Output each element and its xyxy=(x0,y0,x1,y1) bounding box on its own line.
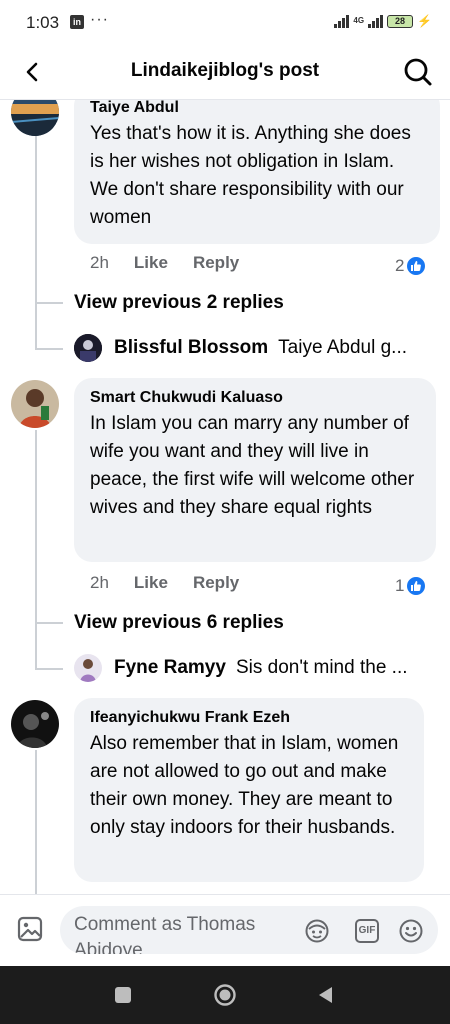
emoji-icon xyxy=(399,919,423,943)
network-type: 4G xyxy=(353,16,365,25)
comment-author[interactable]: Taiye Abdul xyxy=(90,100,424,118)
home-icon xyxy=(214,984,236,1006)
gif-icon: GIF xyxy=(355,919,379,943)
photo-icon xyxy=(17,916,43,942)
comment-placeholder: Comment as Thomas Abidoye xyxy=(74,914,256,954)
status-bar: 1:03 in ··· 4G 28 ⚡ xyxy=(0,0,450,46)
recents-icon xyxy=(115,987,131,1003)
back-triangle-icon xyxy=(319,987,332,1003)
avatar xyxy=(74,654,102,682)
thread-branch xyxy=(35,348,63,350)
back-nav-button[interactable] xyxy=(314,983,338,1007)
reply-author: Fyne Ramyy xyxy=(114,657,226,678)
reply-text: Taiye Abdul g... xyxy=(278,337,408,358)
emoji-button[interactable] xyxy=(398,918,424,944)
like-reaction-icon xyxy=(406,576,427,596)
thread-line xyxy=(35,430,37,670)
status-time: 1:03 xyxy=(26,13,60,32)
gif-label: GIF xyxy=(358,925,376,936)
post-header: Lindaikejiblog's post xyxy=(0,46,450,100)
photo-button[interactable] xyxy=(16,915,44,943)
search-button[interactable] xyxy=(400,54,436,90)
home-button[interactable] xyxy=(213,983,237,1007)
avatar[interactable] xyxy=(11,700,59,748)
comment-text: Yes that's how it is. Anything she does … xyxy=(90,123,411,228)
reaction-number: 2 xyxy=(395,256,405,275)
system-nav-bar xyxy=(0,966,450,1024)
comment-bubble[interactable]: Ifeanyichukwu Frank Ezeh Also remember t… xyxy=(74,698,424,882)
comment-bubble[interactable]: Taiye Abdul Yes that's how it is. Anythi… xyxy=(74,100,440,244)
comment-time: 2h xyxy=(90,253,109,272)
avatar xyxy=(74,334,102,362)
avatar[interactable] xyxy=(11,380,59,428)
comment-actions: 2h Like Reply xyxy=(90,253,239,273)
battery-level: 28 xyxy=(395,15,406,26)
comment-composer: Comment as Thomas Abidoye GIF xyxy=(0,894,450,966)
signal-icon xyxy=(334,14,350,28)
reply-button[interactable]: Reply xyxy=(193,573,239,593)
thread-branch xyxy=(35,302,63,304)
reply-text: Sis don't mind the ... xyxy=(235,657,408,678)
like-button[interactable]: Like xyxy=(134,253,168,273)
comment-input[interactable]: Comment as Thomas Abidoye GIF xyxy=(60,906,438,954)
charging-icon: ⚡ xyxy=(417,14,432,28)
page-title: Lindaikejiblog's post xyxy=(130,60,320,81)
status-indicators: 4G 28 ⚡ xyxy=(334,14,432,28)
search-icon xyxy=(404,58,432,86)
comment-text: Also remember that in Islam, women are n… xyxy=(90,733,399,838)
linkedin-icon: in xyxy=(70,15,84,29)
reply-preview[interactable]: Blissful Blossom Taiye Abdul g... xyxy=(74,334,407,362)
comment-author[interactable]: Ifeanyichukwu Frank Ezeh xyxy=(90,708,408,728)
thread-branch xyxy=(35,622,63,624)
more-notifications-icon: ··· xyxy=(90,11,109,28)
comment-actions: 2h Like Reply xyxy=(90,573,239,593)
thread-branch xyxy=(35,668,63,670)
view-previous-replies[interactable]: View previous 6 replies xyxy=(74,612,284,634)
avatar[interactable] xyxy=(11,100,59,136)
signal-icon-2 xyxy=(368,14,384,28)
avatar-sticker-button[interactable] xyxy=(304,918,330,944)
recents-button[interactable] xyxy=(111,983,135,1007)
like-button[interactable]: Like xyxy=(134,573,168,593)
like-reaction-icon xyxy=(406,256,427,276)
gif-button[interactable]: GIF xyxy=(354,918,380,944)
avatar-sticker-icon xyxy=(305,919,329,943)
reaction-count[interactable]: 1 xyxy=(395,576,427,596)
battery-icon: 28 xyxy=(387,14,414,28)
comment-author[interactable]: Smart Chukwudi Kaluaso xyxy=(90,388,420,408)
comment-time: 2h xyxy=(90,573,109,592)
comment-text: In Islam you can marry any number of wif… xyxy=(90,413,415,518)
reply-author: Blissful Blossom xyxy=(114,337,269,358)
reply-button[interactable]: Reply xyxy=(193,253,239,273)
comment-bubble[interactable]: Smart Chukwudi Kaluaso In Islam you can … xyxy=(74,378,436,562)
view-previous-replies[interactable]: View previous 2 replies xyxy=(74,292,284,314)
thread-line xyxy=(35,130,37,350)
comments-feed[interactable]: Taiye Abdul Yes that's how it is. Anythi… xyxy=(0,100,450,894)
reaction-number: 1 xyxy=(395,576,405,595)
reply-preview[interactable]: Fyne Ramyy Sis don't mind the ... xyxy=(74,654,408,682)
thread-line xyxy=(35,750,37,894)
reaction-count[interactable]: 2 xyxy=(395,256,427,276)
